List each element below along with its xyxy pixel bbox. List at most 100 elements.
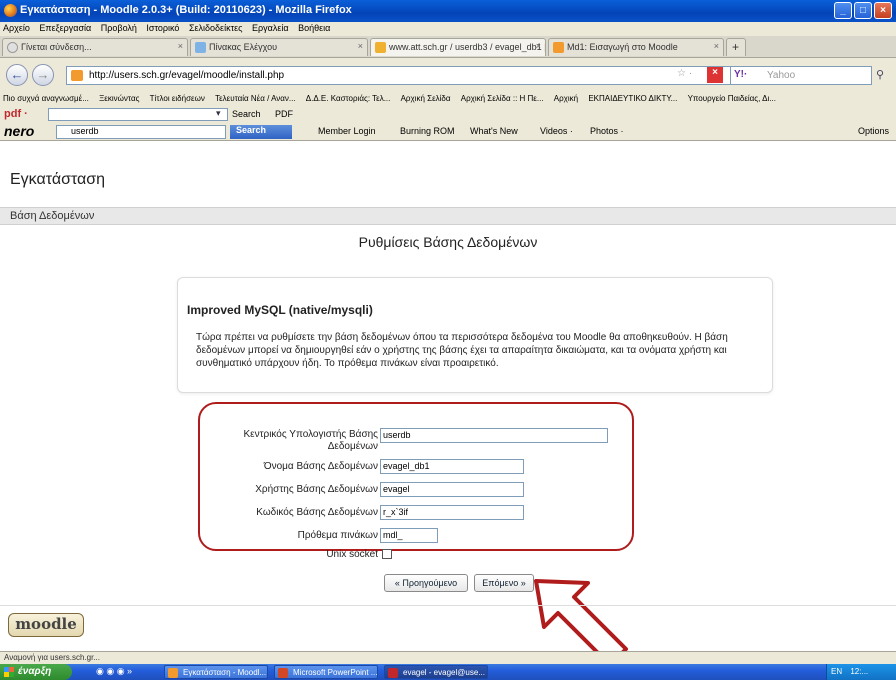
tab-bar: Γίνεται σύνδεση... × Πίνακας Ελέγχου × w… bbox=[0, 36, 896, 58]
close-tab-icon[interactable]: × bbox=[536, 41, 541, 51]
loading-icon bbox=[7, 42, 18, 53]
search-bar[interactable]: Y!· Yahoo bbox=[730, 66, 872, 85]
info-description: Τώρα πρέπει να ρυθμίσετε την βάση δεδομέ… bbox=[196, 332, 728, 369]
tab-label: Γίνεται σύνδεση... bbox=[21, 42, 92, 52]
bookmark-item[interactable]: Τελευταία Νέα / Αναν... bbox=[212, 92, 301, 103]
cpanel-icon bbox=[195, 42, 206, 53]
prefix-label: Πρόθεμα πινάκων bbox=[297, 530, 378, 541]
prefix-input[interactable]: mdl_ bbox=[380, 528, 438, 543]
mail-icon bbox=[388, 668, 398, 678]
member-login-link[interactable]: Member Login bbox=[318, 126, 376, 136]
star-icon[interactable]: ☆ · bbox=[677, 68, 692, 79]
new-tab-button[interactable]: + bbox=[726, 38, 746, 56]
close-button[interactable]: × bbox=[874, 2, 892, 19]
bookmarks-toolbar: Πιο συχνά αναγνωσμέ... Ξεκινώντας Τίτλοι… bbox=[0, 92, 896, 107]
menu-edit[interactable]: Επεξεργασία bbox=[36, 22, 95, 33]
windows-taskbar: έναρξη ◉ ◉ ◉ » Εγκατάσταση - Moodl... Mi… bbox=[0, 664, 896, 680]
menu-tools[interactable]: Εργαλεία bbox=[249, 22, 293, 33]
dbuser-input[interactable]: evagel bbox=[380, 482, 524, 497]
close-tab-icon[interactable]: × bbox=[178, 41, 183, 51]
menu-history[interactable]: Ιστορικό bbox=[143, 22, 183, 33]
taskbar-powerpoint[interactable]: Microsoft PowerPoint ... bbox=[274, 665, 378, 679]
bookmark-item[interactable]: Πιο συχνά αναγνωσμέ... bbox=[0, 92, 94, 103]
menu-file[interactable]: Αρχείο bbox=[0, 22, 34, 33]
dbname-label: Όνομα Βάσης Δεδομένων bbox=[263, 461, 378, 472]
close-tab-icon[interactable]: × bbox=[714, 41, 719, 51]
forward-button[interactable]: → bbox=[32, 64, 54, 86]
host-input[interactable]: userdb bbox=[380, 428, 608, 443]
stop-icon[interactable]: × bbox=[707, 67, 723, 83]
clock: 12:... bbox=[850, 667, 869, 676]
pdf-button[interactable]: PDF bbox=[275, 109, 293, 119]
burning-rom-link[interactable]: Burning ROM bbox=[400, 126, 455, 136]
chevron-down-icon[interactable]: ▾ bbox=[216, 108, 221, 119]
tab-label: Md1: Εισαγωγή στο Moodle bbox=[567, 42, 678, 52]
firefox-icon bbox=[168, 668, 178, 678]
close-tab-icon[interactable]: × bbox=[358, 41, 363, 51]
section-title: Ρυθμίσεις Βάσης Δεδομένων bbox=[358, 234, 538, 250]
breadcrumb: Βάση Δεδομένων bbox=[0, 207, 896, 225]
tab-label: Πίνακας Ελέγχου bbox=[209, 42, 278, 52]
search-placeholder: Yahoo bbox=[767, 70, 796, 81]
nero-logo: nero bbox=[4, 123, 35, 139]
bookmark-item[interactable]: Υπουργείο Παιδείας, Δι... bbox=[685, 92, 781, 103]
nero-search-button[interactable]: Search bbox=[230, 125, 292, 139]
start-button[interactable]: έναρξη bbox=[0, 664, 72, 680]
menu-bookmarks[interactable]: Σελιδοδείκτες bbox=[186, 22, 247, 33]
maximize-button[interactable]: □ bbox=[854, 2, 872, 19]
socket-label: Unix socket bbox=[326, 549, 378, 560]
options-link[interactable]: Options bbox=[858, 126, 889, 136]
pdf-brand: pdf · bbox=[4, 108, 28, 120]
tab-phpmyadmin[interactable]: www.att.sch.gr / userdb3 / evagel_db1 | … bbox=[370, 38, 546, 56]
socket-checkbox[interactable] bbox=[382, 549, 392, 559]
search-icon[interactable]: ⚲ bbox=[876, 68, 884, 81]
previous-button[interactable]: « Προηγούμενο bbox=[384, 574, 468, 592]
bookmark-item[interactable]: Δ.Δ.Ε. Καστοριάς: Τελ... bbox=[303, 92, 396, 103]
phpmyadmin-icon bbox=[375, 42, 386, 53]
photos-link[interactable]: Photos · bbox=[590, 126, 624, 136]
menu-view[interactable]: Προβολή bbox=[98, 22, 141, 33]
yahoo-icon: Y!· bbox=[734, 69, 748, 80]
language-indicator[interactable]: EN bbox=[831, 667, 842, 676]
whats-new-link[interactable]: What's New bbox=[470, 126, 518, 136]
pdf-search-input[interactable] bbox=[48, 108, 228, 121]
window-title: Εγκατάσταση - Moodle 2.0.3+ (Build: 2011… bbox=[20, 4, 352, 16]
system-tray: EN 12:... bbox=[826, 664, 896, 680]
dbuser-label: Χρήστης Βάσης Δεδομένων bbox=[255, 484, 378, 495]
menu-help[interactable]: Βοήθεια bbox=[295, 22, 334, 33]
nero-toolbar: nero userdb Search Member Login Burning … bbox=[0, 123, 896, 141]
bookmark-item[interactable]: Ξεκινώντας bbox=[96, 92, 144, 103]
page-title: Εγκατάσταση bbox=[10, 171, 106, 188]
nero-search-input[interactable]: userdb bbox=[56, 125, 226, 139]
tab-control-panel[interactable]: Πίνακας Ελέγχου × bbox=[190, 38, 368, 56]
navigation-bar: ← → http://users.sch.gr/evagel/moodle/in… bbox=[0, 58, 896, 92]
bookmark-item[interactable]: ΕΚΠΑΙΔΕΥΤΙΚΟ ΔΙΚΤΥ... bbox=[585, 92, 682, 103]
firefox-icon bbox=[4, 4, 17, 17]
tab-moodle-course[interactable]: Md1: Εισαγωγή στο Moodle × bbox=[548, 38, 724, 56]
minimize-button[interactable]: _ bbox=[834, 2, 852, 19]
pdf-search-button[interactable]: Search bbox=[232, 109, 261, 119]
quick-launch-icons[interactable]: ◉ ◉ ◉ » bbox=[96, 666, 132, 677]
taskbar-firefox[interactable]: Εγκατάσταση - Moodl... bbox=[164, 665, 268, 679]
windows-logo-icon bbox=[4, 667, 14, 677]
footer-divider bbox=[0, 605, 896, 606]
bookmark-item[interactable]: Τίτλοι ειδήσεων bbox=[147, 92, 210, 103]
tab-label: www.att.sch.gr / userdb3 / evagel_db1 | … bbox=[389, 42, 546, 52]
url-bar[interactable]: http://users.sch.gr/evagel/moodle/instal… bbox=[66, 66, 746, 85]
dbname-input[interactable]: evagel_db1 bbox=[380, 459, 524, 474]
bookmark-item[interactable]: Αρχική bbox=[551, 92, 583, 103]
menu-bar: Αρχείο Επεξεργασία Προβολή Ιστορικό Σελι… bbox=[0, 22, 896, 36]
url-text: http://users.sch.gr/evagel/moodle/instal… bbox=[89, 70, 285, 81]
moodle-logo[interactable]: moodle bbox=[8, 613, 84, 637]
host-label: Κεντρικός Υπολογιστής Βάσης Δεδομένων bbox=[243, 429, 378, 452]
window-titlebar: Εγκατάσταση - Moodle 2.0.3+ (Build: 2011… bbox=[0, 0, 896, 22]
tab-connecting[interactable]: Γίνεται σύνδεση... × bbox=[2, 38, 188, 56]
bookmark-item[interactable]: Αρχική Σελίδα :: Η Πε... bbox=[458, 92, 549, 103]
bookmark-item[interactable]: Αρχική Σελίδα bbox=[398, 92, 456, 103]
site-favicon-icon bbox=[71, 70, 83, 81]
moodle-icon bbox=[553, 42, 564, 53]
back-button[interactable]: ← bbox=[6, 64, 28, 86]
taskbar-email[interactable]: evagel - evagel@use... bbox=[384, 665, 488, 679]
dbpass-input[interactable]: r_x`3if bbox=[380, 505, 524, 520]
videos-link[interactable]: Videos · bbox=[540, 126, 573, 136]
